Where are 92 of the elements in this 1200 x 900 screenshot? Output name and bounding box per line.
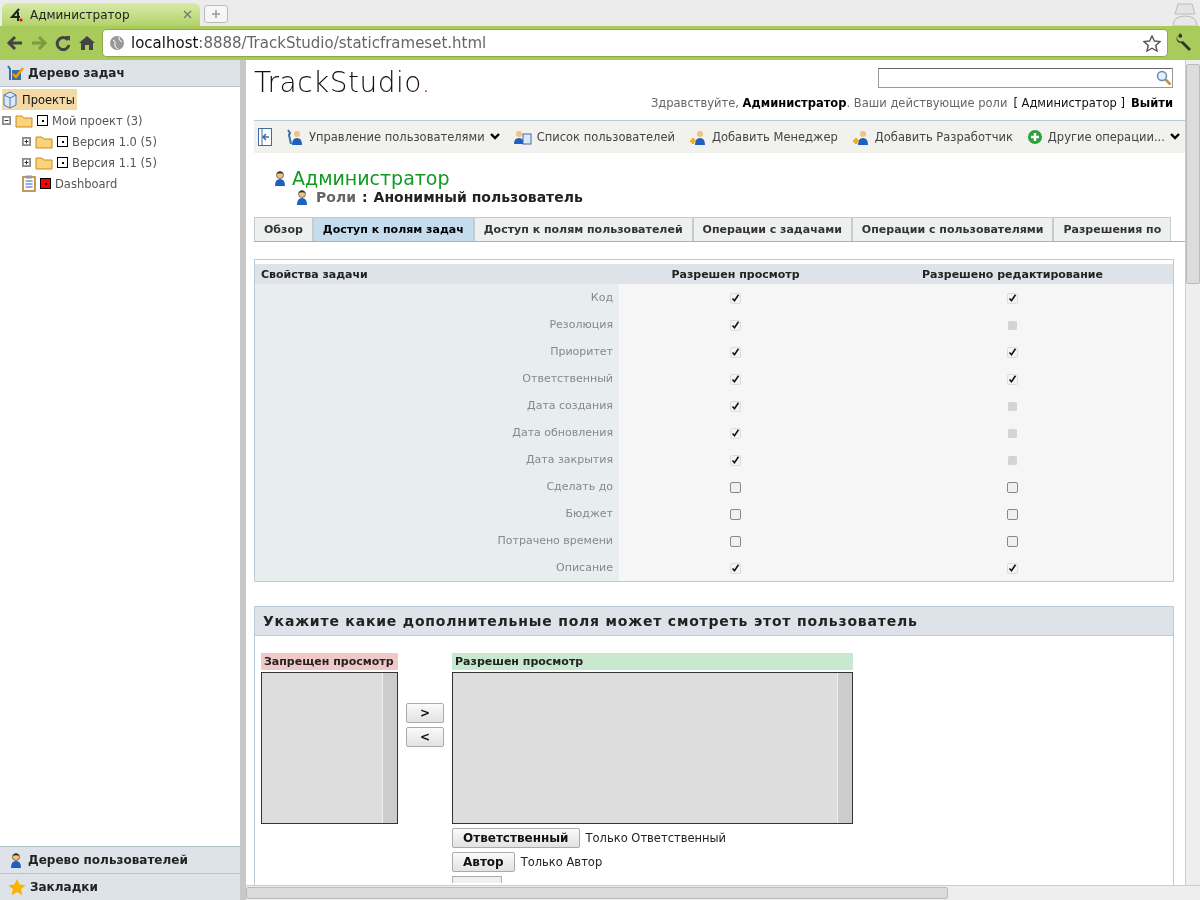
- move-right-button[interactable]: >: [406, 703, 444, 723]
- collapse-icon[interactable]: [2, 116, 11, 125]
- field-name: Потрачено времени: [497, 534, 613, 547]
- scrollbar[interactable]: [246, 885, 1200, 900]
- checkbox[interactable]: [1006, 508, 1018, 520]
- folder-icon: [15, 113, 33, 128]
- list-label: Разрешен просмотр: [452, 653, 853, 670]
- search-field[interactable]: [878, 68, 1173, 88]
- page-title: Администратор: [292, 167, 450, 189]
- toolbar-item[interactable]: Добавить Менеджер: [689, 129, 838, 145]
- filter-button[interactable]: Ответственный: [452, 828, 580, 848]
- button-note: Только Автор: [520, 855, 603, 869]
- search-icon[interactable]: [1156, 70, 1172, 86]
- tab[interactable]: Обзор: [254, 217, 313, 241]
- field-name: Ответственный: [522, 372, 613, 385]
- column-header: Свойства задачи: [261, 267, 368, 281]
- tab[interactable]: Операции с задачами: [692, 217, 852, 241]
- expand-icon[interactable]: [22, 158, 31, 167]
- scrollbar[interactable]: [1185, 60, 1200, 885]
- tab[interactable]: Доступ к полям задач: [312, 217, 474, 241]
- field-name: Бюджет: [565, 507, 613, 520]
- logo: TrackStudio.: [254, 65, 431, 99]
- panel-header[interactable]: Дерево задач: [0, 60, 240, 87]
- separator-text: :: [361, 189, 368, 205]
- panel-header[interactable]: Дерево пользователей: [0, 846, 240, 873]
- user-icon: [8, 852, 24, 868]
- tab[interactable]: Операции с пользователями: [851, 217, 1054, 241]
- field-name: Дата закрытия: [525, 453, 613, 466]
- roles-link[interactable]: [ Администратор ]: [1013, 96, 1126, 110]
- button-note: Только Ответственный: [585, 831, 727, 845]
- star-icon: [8, 878, 26, 896]
- checkbox[interactable]: [1006, 535, 1018, 547]
- wrench-icon[interactable]: [1174, 33, 1194, 53]
- role-name: Анонимный пользователь: [373, 189, 583, 205]
- users-wrench-icon: [286, 129, 304, 145]
- list-box[interactable]: [261, 672, 398, 824]
- globe-icon: [109, 35, 125, 51]
- section-title: Укажите какие дополнительные поля может смотреть этот пользователь: [263, 613, 918, 629]
- toolbar-item[interactable]: Управление пользователями: [286, 129, 500, 145]
- user-list-icon: [513, 129, 532, 145]
- field-name: Код: [590, 291, 613, 304]
- tree-node[interactable]: Проекты: [2, 89, 77, 110]
- field-name: Приоритет: [550, 345, 613, 358]
- caret-icon[interactable]: [1169, 133, 1180, 141]
- wrench-check-icon: [6, 65, 24, 81]
- star-icon[interactable]: [1143, 34, 1161, 52]
- reload-icon[interactable]: [54, 34, 72, 52]
- column-header: Разрешен просмотр: [671, 267, 800, 281]
- field-name: Дата обновления: [512, 426, 613, 439]
- toolbar-item[interactable]: Список пользователей: [513, 129, 675, 145]
- tab[interactable]: Доступ к полям пользователей: [473, 217, 693, 241]
- browser-tab[interactable]: Администратор: [2, 3, 200, 26]
- checkbox[interactable]: [729, 535, 741, 547]
- move-left-button[interactable]: <: [406, 727, 444, 747]
- app-logo-icon: [10, 7, 24, 22]
- checkbox[interactable]: [729, 508, 741, 520]
- panel-header[interactable]: Закладки: [0, 873, 240, 900]
- checkbox[interactable]: [729, 481, 741, 493]
- toolbar-item[interactable]: Другие операции...: [1026, 129, 1180, 145]
- address-bar[interactable]: localhost:8888/TrackStudio/staticframeset.html: [102, 29, 1168, 57]
- folder-icon: [35, 134, 53, 149]
- tree-node[interactable]: Версия 1.1 (5): [22, 152, 238, 173]
- field-name: Описание: [556, 561, 613, 574]
- tree-node[interactable]: Версия 1.0 (5): [22, 131, 238, 152]
- list-label: Запрещен просмотр: [261, 653, 398, 670]
- field-name: Резолюция: [549, 318, 613, 331]
- expand-icon[interactable]: [22, 137, 31, 146]
- plus-icon: [1026, 129, 1043, 145]
- close-icon[interactable]: [183, 10, 192, 19]
- role-label: Роли: [316, 189, 356, 205]
- checkbox[interactable]: [1006, 481, 1018, 493]
- folder-icon: [35, 155, 53, 170]
- field-name: Дата создания: [527, 399, 613, 412]
- tree-node[interactable]: Dashboard: [22, 173, 238, 194]
- field-name: Сделать до: [546, 480, 613, 493]
- add-user-icon: [851, 129, 870, 145]
- filter-button[interactable]: Автор: [452, 852, 515, 872]
- add-user-icon: [689, 129, 707, 145]
- caret-icon[interactable]: [489, 133, 500, 141]
- logout-link[interactable]: Выйти: [1131, 96, 1173, 110]
- column-header: Разрешено редактирование: [921, 267, 1104, 281]
- home-icon[interactable]: [78, 34, 96, 52]
- cube-icon: [2, 90, 18, 109]
- greeting-text: Здравствуйте, Администратор. Ваши действующие роли: [650, 96, 1008, 110]
- back-icon[interactable]: [6, 34, 24, 52]
- collapse-panel-icon[interactable]: [258, 128, 272, 146]
- user-icon: [272, 170, 288, 186]
- plus-icon: [211, 9, 221, 19]
- toolbar-item[interactable]: Добавить Разработчик: [851, 129, 1013, 145]
- tab[interactable]: Разрешения по: [1053, 217, 1172, 241]
- clipboard-icon: [22, 175, 36, 192]
- tree-node[interactable]: Мой проект (3): [2, 110, 238, 131]
